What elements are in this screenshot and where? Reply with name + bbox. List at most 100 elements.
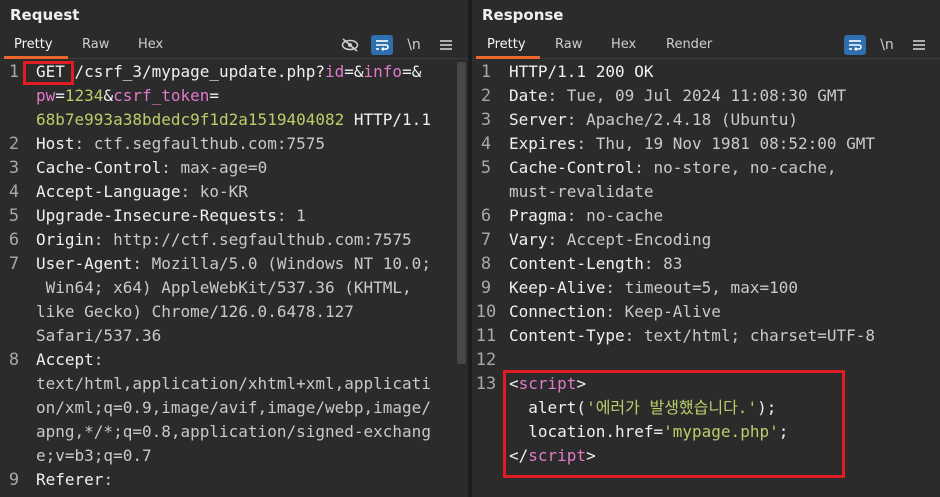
script-highlight-box (503, 370, 845, 478)
code-token: =& (344, 62, 364, 81)
line-text: Accept-Language: ko-KR (36, 180, 248, 204)
line-text: Cache-Control: no-store, no-cache, (509, 156, 837, 180)
tab-raw[interactable]: Raw (555, 37, 582, 52)
tab-raw[interactable]: Raw (82, 37, 109, 52)
tab-pretty[interactable]: Pretty (487, 37, 526, 52)
code-token: /csrf_3/mypage_update.php? (64, 62, 325, 81)
code-token: Vary (509, 230, 548, 249)
line-text: Safari/537.36 (36, 324, 161, 348)
code-token: Accept (36, 350, 94, 369)
code-token: = (55, 86, 65, 105)
method-highlight-box (23, 61, 74, 85)
line-number: 2 (8, 134, 20, 154)
code-token: text/html,application/xhtml+xml,applicat… (36, 374, 431, 393)
tab-hex[interactable]: Hex (611, 37, 636, 52)
code-token: Keep-Alive (509, 278, 606, 297)
code-token: Upgrade-Insecure-Requests (36, 206, 277, 225)
request-pane: Request Pretty Raw Hex \n 1 GET /csrf_3/m… (0, 0, 468, 497)
code-token: : 83 (643, 254, 683, 273)
line-text: User-Agent: Mozilla/5.0 (Windows NT 10.0… (36, 252, 431, 276)
code-token: Cache-Control (36, 158, 162, 177)
line-number: 3 (480, 110, 492, 130)
code-token: : Apache/2.4.18 (Ubuntu) (566, 110, 798, 129)
tab-render[interactable]: Render (666, 37, 712, 52)
line-number: 8 (8, 350, 20, 370)
code-token: Date (509, 86, 548, 105)
line-text: Content-Type: text/html; charset=UTF-8 (509, 324, 875, 348)
line-text: Keep-Alive: timeout=5, max=100 (509, 276, 798, 300)
response-pane: Response Pretty Raw Hex Render \n 1 HTTP/… (472, 0, 940, 497)
line-number: 7 (480, 230, 492, 250)
request-scrollbar-thumb[interactable] (457, 62, 466, 364)
menu-icon[interactable] (435, 35, 457, 55)
code-token: : Thu, 19 Nov 1981 08:52:00 GMT (576, 134, 876, 153)
line-number: 5 (480, 158, 492, 178)
code-token: 1234 (64, 86, 104, 105)
line-text: like Gecko) Chrome/126.0.6478.127 (36, 300, 354, 324)
line-number: 8 (480, 254, 492, 274)
code-token: : (93, 350, 104, 369)
line-number: 13 (475, 374, 497, 394)
code-token: Origin (36, 230, 94, 249)
line-number: 2 (480, 86, 492, 106)
code-token: : ctf.segfaulthub.com:7575 (74, 134, 325, 153)
line-number: 9 (8, 470, 20, 490)
code-token: HTTP/1.1 200 OK (509, 62, 654, 81)
newline-toggle-icon[interactable]: \n (876, 35, 898, 55)
code-token: Pragma (509, 206, 567, 225)
code-token: Server (509, 110, 567, 129)
line-text: Origin: http://ctf.segfaulthub.com:7575 (36, 228, 412, 252)
code-token: info (363, 62, 403, 81)
code-token: like Gecko) Chrome/126.0.6478.127 (36, 302, 354, 321)
line-text: Connection: Keep-Alive (509, 300, 721, 324)
line-number: 6 (8, 230, 20, 250)
line-number: 10 (475, 302, 497, 322)
code-token: User-Agent (36, 254, 133, 273)
line-text: Upgrade-Insecure-Requests: 1 (36, 204, 306, 228)
line-number: 1 (480, 62, 492, 82)
request-editor[interactable]: 1 GET /csrf_3/mypage_update.php?id=&info=… (0, 60, 468, 497)
code-token: & (103, 86, 114, 105)
line-text: Host: ctf.segfaulthub.com:7575 (36, 132, 325, 156)
hide-icon[interactable] (339, 35, 361, 55)
line-number: 9 (480, 278, 492, 298)
tab-pretty[interactable]: Pretty (14, 37, 53, 52)
wrap-lines-icon[interactable] (844, 35, 866, 55)
line-number: 4 (8, 182, 20, 202)
code-token: : Accept-Encoding (547, 230, 712, 249)
code-token: Content-Type (509, 326, 625, 345)
code-token: : ko-KR (180, 182, 248, 201)
line-text: Date: Tue, 09 Jul 2024 11:08:30 GMT (509, 84, 846, 108)
code-token: : timeout=5, max=100 (605, 278, 798, 297)
code-token: Expires (509, 134, 577, 153)
code-token: Cache-Control (509, 158, 635, 177)
tab-hex[interactable]: Hex (138, 37, 163, 52)
code-token: Host (36, 134, 75, 153)
code-token: Safari/537.36 (36, 326, 162, 345)
code-token: HTTP/1.1 (344, 110, 431, 129)
line-text: Vary: Accept-Encoding (509, 228, 711, 252)
line-text: 68b7e993a38bdedc9f1d2a1519404082 HTTP/1.… (36, 108, 431, 132)
line-text: Cache-Control: max-age=0 (36, 156, 267, 180)
code-token: e;v=b3;q=0.7 (36, 446, 152, 465)
active-tab-underline (476, 56, 540, 59)
code-token: Content-Length (509, 254, 644, 273)
newline-toggle-icon[interactable]: \n (403, 35, 425, 55)
code-token: : Mozilla/5.0 (Windows NT 10.0; (132, 254, 431, 273)
code-token: : Tue, 09 Jul 2024 11:08:30 GMT (547, 86, 847, 105)
line-number: 7 (8, 254, 20, 274)
active-tab-underline (4, 56, 68, 59)
line-text: Win64; x64) AppleWebKit/537.36 (KHTML, (36, 276, 412, 300)
line-text: Server: Apache/2.4.18 (Ubuntu) (509, 108, 798, 132)
code-token: : 1 (276, 206, 306, 225)
menu-icon[interactable] (908, 35, 930, 55)
code-token: must-revalidate (509, 182, 654, 201)
line-text: Referer: (36, 468, 113, 492)
line-text: must-revalidate (509, 180, 654, 204)
line-number: 3 (8, 158, 20, 178)
line-text: e;v=b3;q=0.7 (36, 444, 152, 468)
line-number: 4 (480, 134, 492, 154)
line-text: on/xml;q=0.9,image/avif,image/webp,image… (36, 396, 431, 420)
wrap-lines-icon[interactable] (371, 35, 393, 55)
code-token: =& (402, 62, 422, 81)
